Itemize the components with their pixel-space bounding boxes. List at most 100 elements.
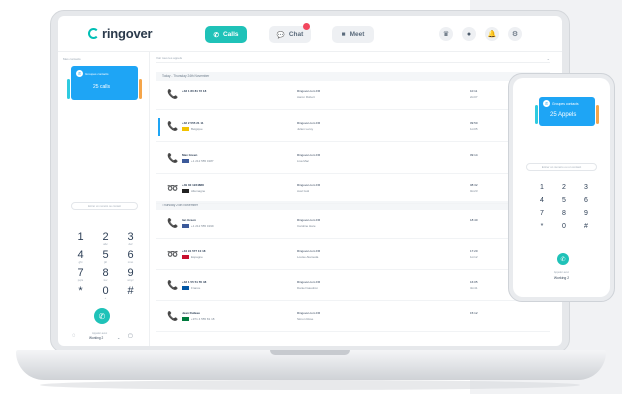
contact-name: +33 1 80 81 72 18: [182, 89, 207, 93]
call-status-icon: ➿: [167, 249, 179, 259]
bell-icon[interactable]: 🔔: [485, 27, 499, 41]
dial-digit: 1: [77, 231, 84, 243]
dial-key[interactable]: 0 +: [93, 286, 118, 301]
contact-number: Belgique: [191, 127, 203, 131]
crown-icon[interactable]: ♛: [439, 27, 453, 41]
dial-key[interactable]: 4 ghi: [68, 250, 93, 265]
call-time: 09:14: [470, 153, 478, 157]
table-row[interactable]: 📞 Max Green +1 212 555 0187 Ringover.com FR…: [156, 146, 550, 174]
call-status-icon: ➿: [167, 183, 179, 193]
phone-dial-key[interactable]: #: [575, 223, 597, 230]
dial-key[interactable]: 9 wxyz: [118, 268, 143, 283]
call-time: 09:50: [470, 121, 478, 125]
sidebar: Mes contacts ✆ Groupes contacts 25 calls…: [58, 52, 150, 346]
phone-contacts-card[interactable]: ✆ Groupes contacts 25 Appels: [539, 97, 595, 126]
ringover-logo-icon: [88, 28, 99, 39]
phone-dial-key[interactable]: 2: [553, 184, 575, 191]
edit-icon[interactable]: ▢: [128, 333, 133, 339]
user-name: Caroline Hare: [297, 224, 316, 228]
tab-chat-label: Chat: [288, 31, 304, 38]
call-filter[interactable]: Voir tous les appels ⌄: [156, 56, 550, 63]
call-duration: 2m07: [470, 95, 478, 99]
call-time: 18:40: [470, 218, 478, 222]
top-bar: ringover ✆ Calls 💬 Chat ■ Meet ♛ ● 🔔 ⚙: [58, 16, 562, 52]
user-name: Aaron Robert: [297, 95, 315, 99]
table-row[interactable]: 📞 +33 1 55 51 55 48 France Ringover.com FR D…: [156, 273, 550, 301]
phone-dial-key[interactable]: 4: [531, 197, 553, 204]
chat-notification-badge: [303, 23, 310, 30]
dial-letters: [118, 297, 143, 301]
contact-number: France: [191, 286, 201, 290]
logo[interactable]: ringover: [88, 26, 153, 41]
line-name: Ringover.com FR: [297, 121, 321, 125]
laptop-shadow: [40, 380, 580, 390]
phone-dial-key[interactable]: 3: [575, 184, 597, 191]
table-row[interactable]: ➿ +49 30 1234888 Allemagne Ringover.com FR A…: [156, 176, 550, 204]
line-name: Ringover.com FR: [297, 89, 321, 93]
table-row[interactable]: 📞 +33 1 80 81 72 18 Ringover.com FR Aaron R…: [156, 82, 550, 110]
dial-digit: #: [127, 285, 134, 297]
dial-letters: mno: [127, 260, 134, 264]
user-name: Julien Leroy: [297, 127, 314, 131]
dial-letters: pqrs: [77, 278, 84, 282]
user-name: Louise Alameda: [297, 255, 319, 259]
contact-number: +1 212 555 0199: [191, 224, 214, 228]
user-name: Daniel Gaudron: [297, 286, 319, 290]
dial-key[interactable]: 8 tuv: [93, 268, 118, 283]
phone-dial-key[interactable]: 9: [575, 210, 597, 217]
call-status-icon: 📞: [167, 89, 179, 99]
gear-icon[interactable]: ⚙: [508, 27, 522, 41]
phone-screen: ✆ Groupes contacts 25 Appels Entrer un n…: [513, 78, 610, 297]
phone-dial-key[interactable]: 0: [553, 223, 575, 230]
contact-name: Ian Green: [182, 218, 196, 222]
dial-key[interactable]: 6 mno: [118, 250, 143, 265]
phone-dial-key[interactable]: 5: [553, 197, 575, 204]
dial-letters: abc: [103, 242, 108, 246]
contacts-group-card[interactable]: ✆ Groupes contacts 25 calls: [71, 66, 138, 100]
phone-dial-key[interactable]: 7: [531, 210, 553, 217]
table-row[interactable]: 📞 +32 2 555 21 11 Belgique Ringover.com FR J…: [156, 114, 550, 142]
dial-key[interactable]: 7 pqrs: [68, 268, 93, 283]
dial-key[interactable]: 5 jkl: [93, 250, 118, 265]
contact-number: Espagne: [191, 255, 203, 259]
phone-dial-input[interactable]: Entrer un numéro ou un contact: [526, 163, 597, 171]
user-icon[interactable]: ●: [462, 27, 476, 41]
dial-key[interactable]: 1: [68, 232, 93, 247]
chevron-down-icon[interactable]: ⌄: [117, 335, 120, 340]
tab-meet[interactable]: ■ Meet: [332, 26, 374, 43]
table-row[interactable]: ➿ +34 91 577 10 18 Espagne Ringover.com FR L…: [156, 242, 550, 270]
contact-name: +32 2 555 21 11: [182, 121, 204, 125]
dial-key[interactable]: 2 abc: [93, 232, 118, 247]
tab-calls[interactable]: ✆ Calls: [205, 26, 247, 43]
chat-bubble-icon[interactable]: ◌: [72, 333, 76, 339]
call-status-icon: 📞: [167, 218, 179, 228]
flag-icon: [182, 127, 189, 131]
call-status-icon: 📞: [167, 153, 179, 163]
dial-letters: [68, 243, 93, 247]
dial-key[interactable]: *: [68, 286, 93, 301]
phone-dial-key[interactable]: *: [531, 223, 553, 230]
chat-icon: 💬: [276, 31, 285, 39]
table-row[interactable]: 📞 Ian Green +1 212 555 0199 Ringover.com FR…: [156, 211, 550, 239]
dial-key[interactable]: #: [118, 286, 143, 301]
phone-dial-key[interactable]: 1: [531, 184, 553, 191]
dialpad: 1 2 abc 3 def 4 ghi 5 jkl 6 mno 7 pqrs 8 tuv 9 wxyz * 0 + #: [68, 232, 143, 301]
phone-dial-key[interactable]: 6: [575, 197, 597, 204]
call-with-value[interactable]: Working 2: [89, 336, 103, 340]
phone-dial-key[interactable]: 8: [553, 210, 575, 217]
video-icon: ■: [341, 31, 346, 38]
phone-call-button[interactable]: ✆: [557, 253, 569, 265]
phone-call-with-value[interactable]: Working 2: [513, 276, 610, 280]
call-duration: 3m41: [470, 286, 478, 290]
dial-key[interactable]: 3 def: [118, 232, 143, 247]
user-name: Simon Rose: [297, 317, 314, 321]
dial-input[interactable]: Entrer un numéro ou contact: [71, 202, 138, 210]
flag-icon: [182, 255, 189, 259]
call-duration: 1m12: [470, 255, 478, 259]
logo-text: ringover: [102, 26, 153, 41]
call-button[interactable]: ✆: [94, 308, 110, 324]
call-time: 15:12: [470, 311, 478, 315]
table-row[interactable]: 📞 Jean Dufeau +971 4 555 81 18 Ringover.com…: [156, 304, 550, 332]
card-title: Groupes contacts: [552, 102, 579, 106]
flag-icon: [182, 224, 189, 228]
